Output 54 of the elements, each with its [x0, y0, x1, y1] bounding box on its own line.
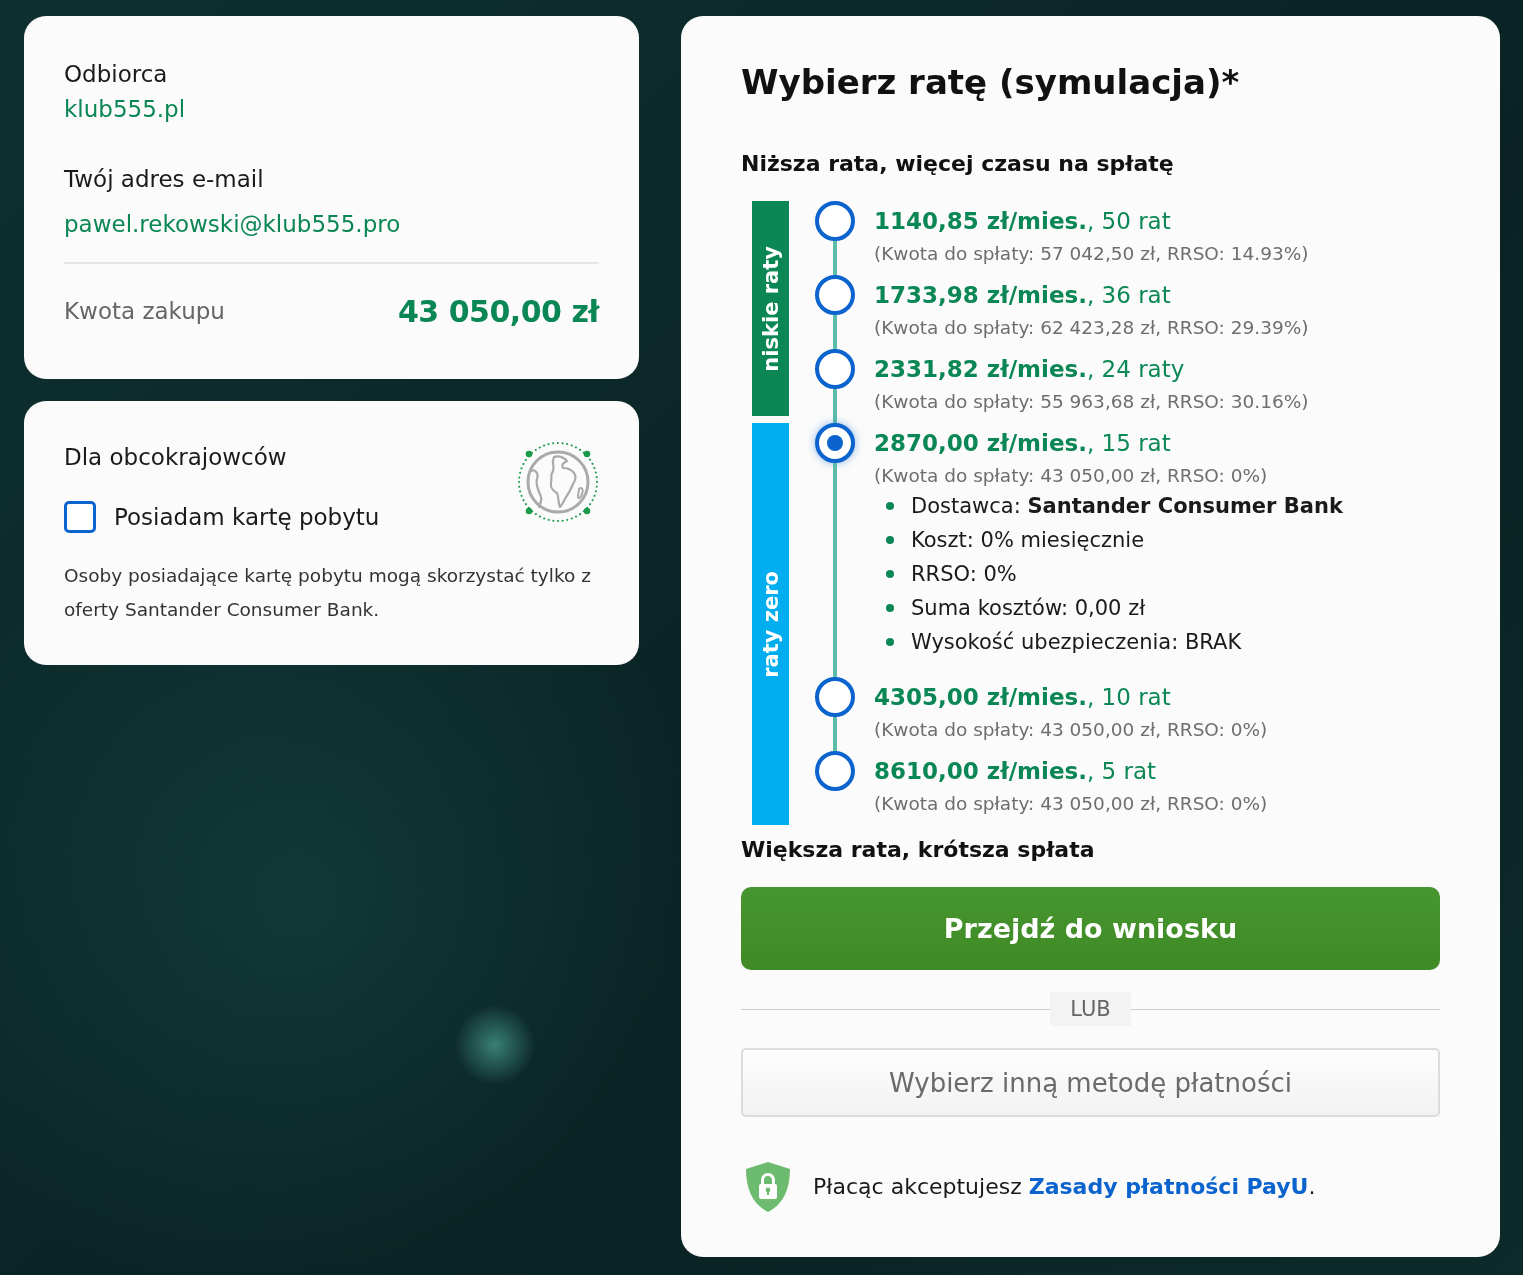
- installment-amount[interactable]: 4305,00 zł/mies., 10 rat: [874, 677, 1440, 717]
- radio-button[interactable]: [815, 201, 855, 241]
- foreigners-title: Dla obcokrajowców: [64, 443, 288, 472]
- purchase-amount-label: Kwota zakupu: [64, 298, 225, 324]
- radio-button[interactable]: [815, 275, 855, 315]
- installments-title: Wybierz ratę (symulacja)*: [741, 61, 1241, 104]
- timeline-connector: [833, 315, 837, 349]
- category-label: niskie raty: [758, 245, 783, 372]
- radio-button[interactable]: [815, 751, 855, 791]
- installment-summary: (Kwota do spłaty: 43 050,00 zł, RRSO: 0%): [874, 464, 1269, 488]
- installment-amount[interactable]: 8610,00 zł/mies., 5 rat: [874, 751, 1440, 791]
- offer-detail: Dostawca: Santander Consumer Bank: [911, 494, 1343, 518]
- installment-summary: (Kwota do spłaty: 43 050,00 zł, RRSO: 0%): [874, 792, 1269, 816]
- installment-summary: (Kwota do spłaty: 55 963,68 zł, RRSO: 30.16%): [874, 390, 1310, 414]
- radio-button[interactable]: [815, 349, 855, 389]
- email-label: Twój adres e-mail: [64, 165, 265, 194]
- installment-summary: (Kwota do spłaty: 43 050,00 zł, RRSO: 0%): [874, 718, 1269, 742]
- offer-detail: Koszt: 0% miesięcznie: [911, 528, 1145, 552]
- offer-detail: Suma kosztów: 0,00 zł: [911, 596, 1146, 620]
- purchase-amount: 43 050,00 zł: [398, 293, 599, 329]
- proceed-button[interactable]: Przejdź do wniosku: [741, 887, 1440, 970]
- installment-summary: (Kwota do spłaty: 62 423,28 zł, RRSO: 29.39%): [874, 316, 1310, 340]
- offer-detail: Wysokość ubezpieczenia: BRAK: [911, 630, 1242, 654]
- installment-amount[interactable]: 1733,98 zł/mies., 36 rat: [874, 275, 1440, 315]
- timeline-connector: [833, 717, 837, 751]
- higher-installment-hint: Większa rata, krótsza spłata: [741, 836, 1096, 864]
- shield-lock-icon: [745, 1161, 791, 1213]
- checkbox-label[interactable]: Posiadam kartę pobytu: [114, 501, 380, 533]
- installment-amount[interactable]: 2331,82 zł/mies., 24 raty: [874, 349, 1440, 389]
- category-label: raty zero: [758, 570, 783, 678]
- installment-amount[interactable]: 2870,00 zł/mies., 15 rat: [874, 423, 1440, 463]
- bullet-icon: [886, 604, 894, 612]
- timeline-connector: [833, 241, 837, 275]
- bullet-icon: [886, 638, 894, 646]
- radio-button[interactable]: [815, 677, 855, 717]
- other-method-button[interactable]: Wybierz inną metodę płatności: [741, 1048, 1440, 1117]
- checkbox[interactable]: [64, 501, 96, 533]
- bullet-icon: [886, 570, 894, 578]
- installment-amount[interactable]: 1140,85 zł/mies., 50 rat: [874, 201, 1440, 241]
- email-value: pawel.rekowski@klub555.pro: [64, 210, 402, 239]
- globe-icon: [517, 441, 599, 523]
- bullet-icon: [886, 536, 894, 544]
- terms-text: Płacąc akceptujesz Zasady płatności PayU.: [813, 1173, 1316, 1201]
- lower-installment-hint: Niższa rata, więcej czasu na spłatę: [741, 150, 1175, 178]
- foreigners-note: Osoby posiadające kartę pobytu mogą skorzystać tylko z oferty Santander Consumer Bank.: [64, 564, 592, 622]
- installment-summary: (Kwota do spłaty: 57 042,50 zł, RRSO: 14.93%): [874, 242, 1310, 266]
- recipient-label: Odbiorca: [64, 60, 169, 89]
- timeline-connector: [833, 389, 837, 423]
- offer-detail: RRSO: 0%: [911, 562, 1017, 586]
- bullet-icon: [886, 502, 894, 510]
- separator-label: LUB: [1050, 992, 1131, 1026]
- terms-link[interactable]: Zasady płatności PayU: [1028, 1174, 1309, 1199]
- recipient-value: klub555.pl: [64, 95, 187, 124]
- radio-button[interactable]: [815, 423, 855, 463]
